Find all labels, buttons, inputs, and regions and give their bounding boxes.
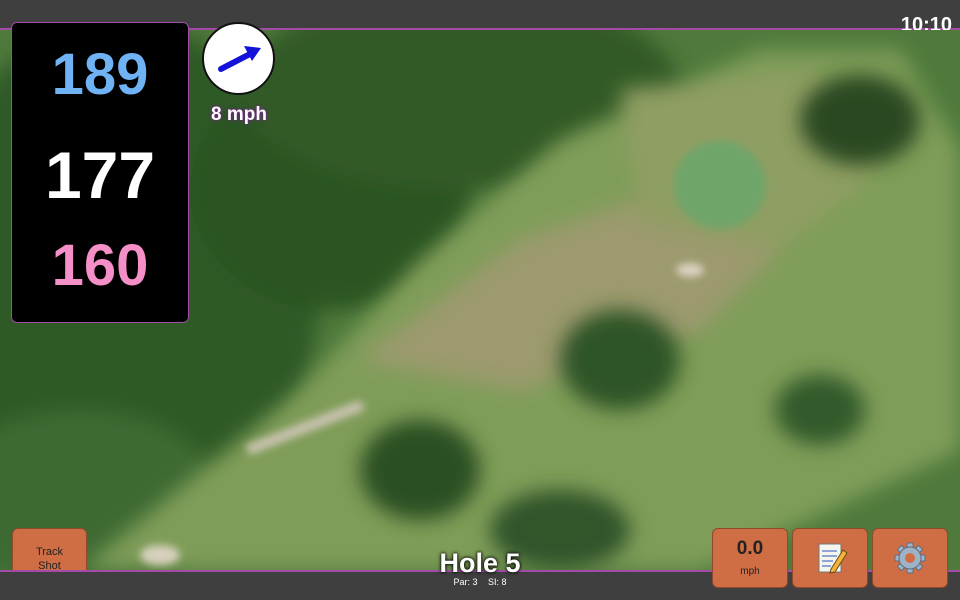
hole-stroke-index: SI: 8 — [488, 577, 507, 587]
hole-info: Par: 3 SI: 8 — [400, 577, 560, 587]
wind-speed: 8 mph — [211, 104, 267, 125]
hole-par: Par: 3 — [453, 577, 478, 587]
notepad-icon — [818, 543, 848, 574]
speed-button[interactable]: 0.0 mph — [712, 528, 788, 588]
speed-unit: mph — [740, 566, 760, 577]
notes-button[interactable] — [792, 528, 868, 588]
wind-arrow-icon — [218, 46, 261, 72]
speed-value: 0.0 — [736, 538, 764, 559]
track-shot-label: Track Shot — [35, 546, 64, 572]
middle-distance: 177 — [44, 138, 156, 212]
front-distance: 160 — [51, 233, 149, 298]
wind-direction-indicator — [202, 22, 275, 95]
gear-icon — [894, 542, 926, 574]
distance-panel: 189 177 160 — [11, 22, 189, 323]
hole-title: Hole 5 — [439, 548, 521, 578]
green — [674, 141, 766, 229]
back-distance: 189 — [51, 42, 149, 107]
settings-button[interactable] — [872, 528, 948, 588]
